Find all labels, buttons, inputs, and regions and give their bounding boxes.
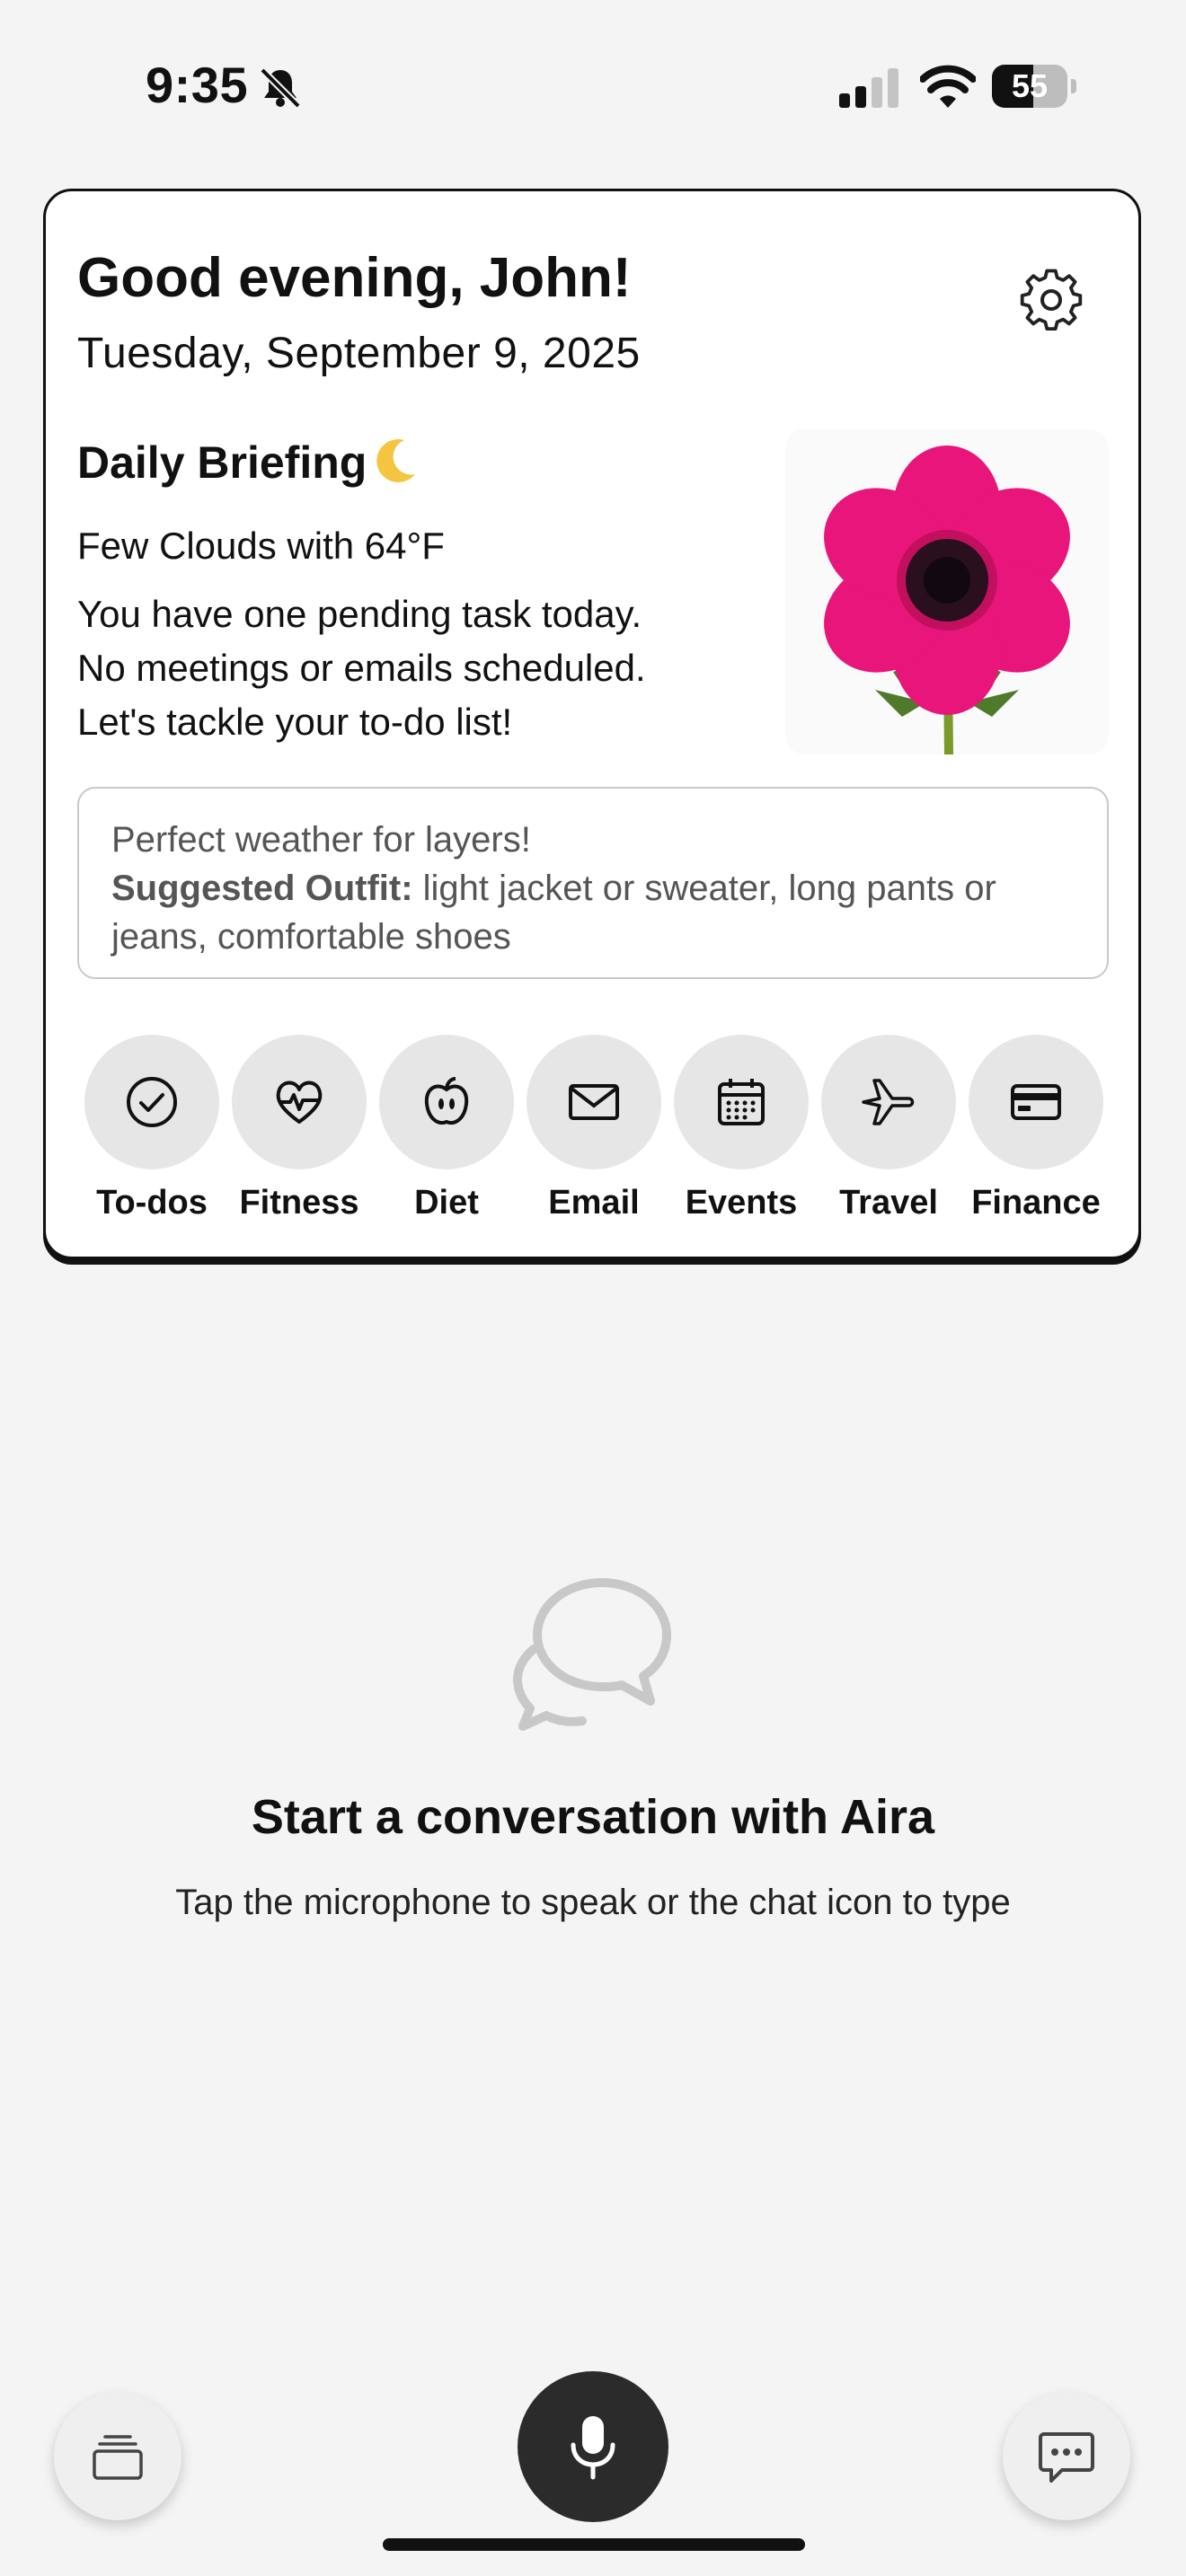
outfit-headline: Perfect weather for layers!: [111, 820, 531, 860]
travel-button[interactable]: [821, 1035, 956, 1169]
todos-label[interactable]: To-dos: [71, 1184, 233, 1222]
flower-image: [785, 429, 1109, 754]
outfit-text: Suggested Outfit: light jacket or sweate…: [111, 864, 1075, 961]
apple-icon: [424, 1077, 469, 1125]
fitness-label[interactable]: Fitness: [218, 1184, 380, 1222]
credit-card-icon: [1011, 1084, 1061, 1120]
chat-button[interactable]: [1003, 2393, 1130, 2520]
summary-line: Let's tackle your to-do list!: [77, 701, 513, 743]
microphone-icon: [571, 2416, 615, 2480]
travel-label[interactable]: Travel: [808, 1184, 969, 1222]
heart-pulse-icon: [276, 1081, 323, 1124]
chat-bubbles-icon: [513, 1578, 671, 1731]
microphone-button[interactable]: [518, 2371, 668, 2522]
calendar-icon: [718, 1079, 765, 1125]
airplane-icon: [862, 1079, 915, 1125]
battery-percent: 55: [1011, 67, 1049, 104]
briefing-title: Daily Briefing: [77, 437, 367, 488]
outfit-label: Suggested Outfit:: [111, 869, 413, 908]
status-time: 9:35: [146, 57, 249, 113]
outfit-suggestion-box: Perfect weather for layers! Suggested Ou…: [77, 787, 1109, 979]
empty-state-title: Start a conversation with Aira: [251, 1790, 935, 1844]
weather-summary: Few Clouds with 64°F: [77, 525, 445, 567]
history-button[interactable]: [54, 2393, 181, 2520]
empty-state-subtitle: Tap the microphone to speak or the chat …: [175, 1883, 1011, 1922]
check-circle-icon: [127, 1077, 177, 1127]
todos-button[interactable]: [84, 1035, 219, 1169]
battery-icon: 55: [992, 65, 1078, 110]
diet-label[interactable]: Diet: [366, 1184, 527, 1222]
settings-gear-icon[interactable]: [1017, 266, 1085, 334]
finance-label[interactable]: Finance: [955, 1184, 1117, 1222]
events-button[interactable]: [674, 1035, 809, 1169]
diet-button[interactable]: [379, 1035, 514, 1169]
summary-line: No meetings or emails scheduled.: [77, 647, 646, 689]
stacked-cards-icon: [93, 2435, 143, 2480]
crescent-moon-icon: [376, 439, 415, 483]
briefing-summary: You have one pending task today. No meet…: [77, 587, 760, 749]
date-label: Tuesday, September 9, 2025: [77, 330, 641, 377]
fitness-button[interactable]: [232, 1035, 367, 1169]
cellular-signal-icon: [839, 68, 898, 108]
home-indicator: [383, 2538, 805, 2551]
chat-typing-icon: [1039, 2432, 1094, 2483]
email-label[interactable]: Email: [513, 1184, 675, 1222]
bell-slash-icon: [260, 67, 301, 109]
wifi-icon: [920, 65, 976, 108]
finance-button[interactable]: [969, 1035, 1103, 1169]
events-label[interactable]: Events: [660, 1184, 822, 1222]
email-button[interactable]: [527, 1035, 661, 1169]
envelope-icon: [569, 1084, 619, 1120]
summary-line: You have one pending task today.: [77, 593, 642, 635]
greeting-title: Good evening, John!: [77, 247, 632, 309]
